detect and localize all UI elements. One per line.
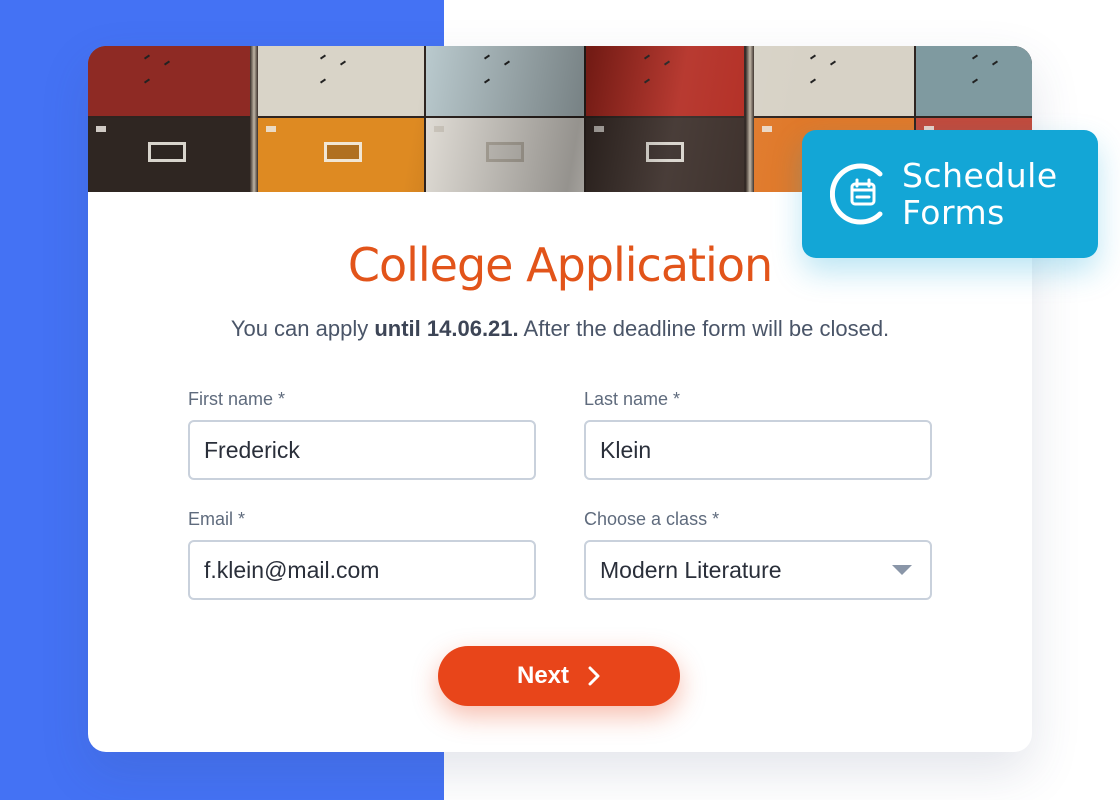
deadline-prefix: You can apply [230, 316, 375, 341]
next-button[interactable]: Next [438, 646, 680, 706]
schedule-forms-logo: Schedule Forms [802, 130, 1098, 258]
email-label: Email * [188, 509, 246, 529]
deadline-notice: You can apply until 14.06.21. After the … [88, 316, 1032, 342]
next-button-label: Next [516, 662, 570, 689]
class-select-value: Modern Literature [600, 556, 782, 583]
deadline-date: until 14.06.21. [374, 316, 519, 341]
logo-line-1: Schedule [902, 156, 1058, 195]
chevron-right-icon [588, 666, 600, 686]
email-field[interactable] [188, 540, 536, 600]
logo-line-2: Forms [902, 193, 1005, 232]
first-name-field[interactable] [188, 420, 536, 480]
calendar-icon [830, 163, 883, 225]
first-name-label: First name * [188, 389, 286, 409]
logo-wordmark: Schedule Forms [902, 157, 1058, 231]
deadline-suffix: After the deadline form will be closed. [518, 316, 890, 341]
last-name-label: Last name * [584, 389, 681, 409]
last-name-field[interactable] [584, 420, 932, 480]
chevron-down-icon [892, 565, 912, 575]
class-label: Choose a class * [584, 509, 720, 529]
class-select[interactable]: Modern Literature [584, 540, 932, 600]
